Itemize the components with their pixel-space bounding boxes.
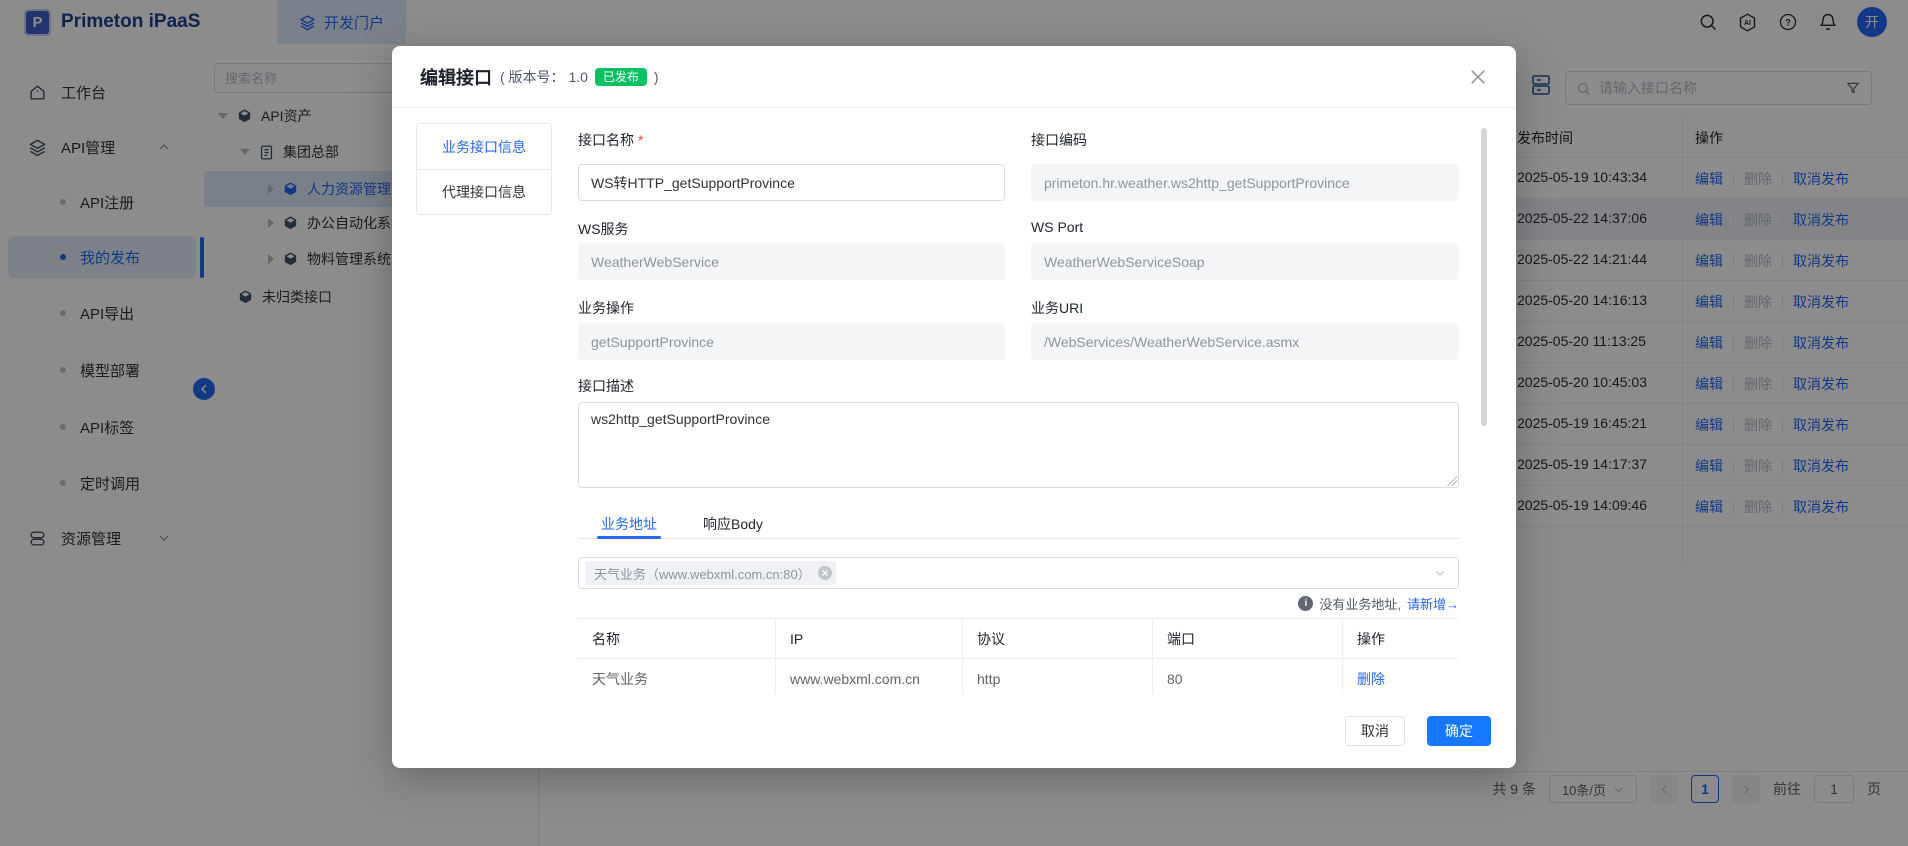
modal-header: 编辑接口 ( 版本号： 1.0 已发布 ) xyxy=(392,46,1516,108)
tab-business-interface-info[interactable]: 业务接口信息 xyxy=(417,124,551,169)
notice-text: 没有业务地址, xyxy=(1319,594,1401,613)
code-input xyxy=(1031,164,1459,201)
field-label-ws-port: WS Port xyxy=(1031,219,1083,235)
column-protocol: 协议 xyxy=(963,619,1153,659)
field-label-code: 接口编码 xyxy=(1031,130,1087,150)
field-label-ws-service: WS服务 xyxy=(578,219,629,239)
info-icon: i xyxy=(1298,596,1313,611)
modal-footer: 取消 确定 xyxy=(392,694,1516,768)
modal-side-tabs: 业务接口信息 代理接口信息 xyxy=(416,123,552,215)
cancel-button[interactable]: 取消 xyxy=(1345,716,1405,746)
field-label-name: 接口名称* xyxy=(578,130,643,150)
field-label-operation: 业务操作 xyxy=(578,298,634,318)
uri-input xyxy=(1031,323,1459,360)
column-port: 端口 xyxy=(1153,619,1343,659)
edit-api-modal: 编辑接口 ( 版本号： 1.0 已发布 ) 业务接口信息 代理接口信息 接口名称… xyxy=(392,46,1516,768)
address-table-row: 天气业务 www.webxml.com.cn http 80 删除 xyxy=(578,659,1459,694)
selected-address-tag: 天气业务（www.webxml.com.cn:80） xyxy=(585,561,836,585)
address-table: 名称 IP 协议 端口 操作 天气业务 www.webxml.com.cn ht… xyxy=(578,618,1459,694)
modal-subtabs: 业务地址 响应Body xyxy=(578,511,1459,539)
address-table-header: 名称 IP 协议 端口 操作 xyxy=(578,619,1459,659)
confirm-button[interactable]: 确定 xyxy=(1427,716,1491,746)
delete-address-link[interactable]: 删除 xyxy=(1357,669,1385,689)
modal-version: ( 版本号： 1.0 已发布 ) xyxy=(500,67,659,87)
description-textarea[interactable]: ws2http_getSupportProvince xyxy=(578,402,1459,488)
address-name: 天气业务 xyxy=(578,659,776,694)
required-mark: * xyxy=(638,132,643,148)
field-label-description: 接口描述 xyxy=(578,376,634,396)
column-ip: IP xyxy=(776,619,963,659)
status-badge: 已发布 xyxy=(595,68,647,86)
app-screen: P Primeton iPaaS 开发门户 AI ? 开 工作台 xyxy=(0,0,1908,846)
add-address-link[interactable]: 请新增→ xyxy=(1407,594,1459,613)
field-label-uri: 业务URI xyxy=(1031,298,1083,318)
business-address-select[interactable]: 天气业务（www.webxml.com.cn:80） xyxy=(578,557,1459,589)
ws-port-input xyxy=(1031,243,1459,280)
address-ip: www.webxml.com.cn xyxy=(776,659,963,694)
tab-proxy-interface-info[interactable]: 代理接口信息 xyxy=(417,169,551,214)
column-actions: 操作 xyxy=(1343,619,1459,659)
operation-input xyxy=(578,323,1005,360)
name-input[interactable] xyxy=(578,164,1005,201)
subtab-business-address[interactable]: 业务地址 xyxy=(601,511,657,538)
address-protocol: http xyxy=(963,659,1153,694)
modal-scrollbar[interactable] xyxy=(1481,128,1487,426)
ws-service-input xyxy=(578,243,1005,280)
address-port: 80 xyxy=(1153,659,1343,694)
resize-grip-icon[interactable] xyxy=(1447,476,1457,486)
no-address-notice: i 没有业务地址, 请新增→ xyxy=(1298,594,1459,613)
close-icon[interactable] xyxy=(1468,67,1488,87)
modal-title: 编辑接口 xyxy=(420,64,492,90)
chevron-down-icon xyxy=(1434,567,1446,579)
subtab-response-body[interactable]: 响应Body xyxy=(703,511,763,538)
tag-close-icon[interactable] xyxy=(818,566,832,580)
column-name: 名称 xyxy=(578,619,776,659)
